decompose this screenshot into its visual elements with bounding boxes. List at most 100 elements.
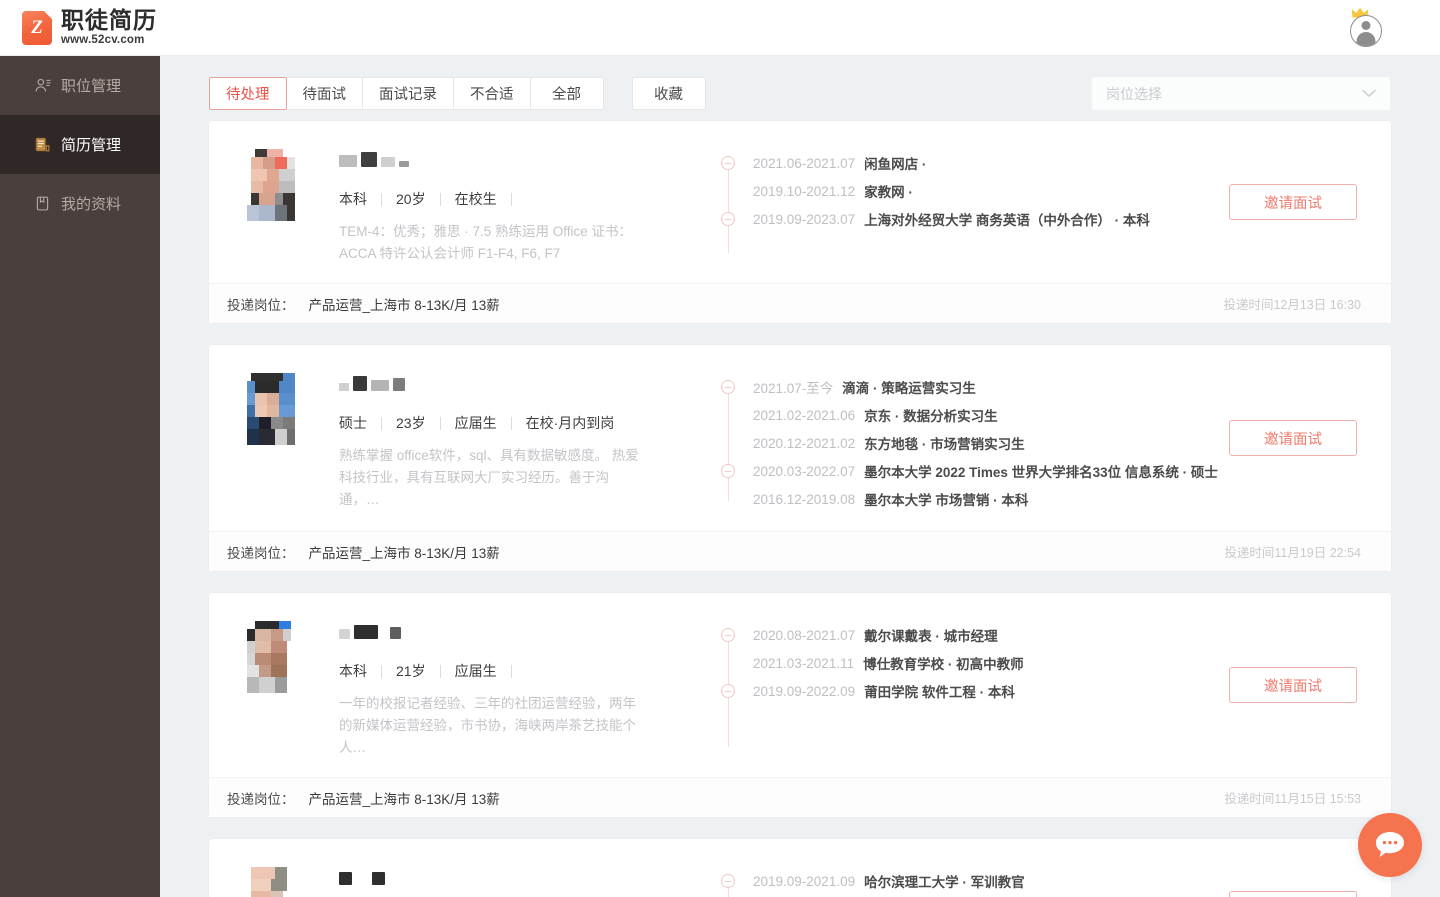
- resume-card-footer: 投递岗位： 产品运营_上海市 8-13K/月 13薪 投递时间11月15日 15…: [209, 777, 1391, 817]
- timeline-text: 墨尔本大学 市场营销 · 本科: [864, 493, 1029, 508]
- candidate-info: 硕士 23岁 应届生 在校·月内到岗 熟练掌握 office软件，sql、具有数…: [339, 371, 659, 513]
- job-select-dropdown[interactable]: 岗位选择: [1091, 76, 1391, 111]
- top-header-bar: Z 职徒简历 www.52cv.com: [0, 0, 1440, 56]
- timeline-row: 2020.03-2022.07 墨尔本大学 2022 Times 世界大学排名3…: [721, 457, 1361, 485]
- timeline-text: 上海对外经贸大学 商务英语（中外合作） · 本科: [864, 213, 1150, 228]
- applied-position-label: 投递岗位：: [227, 791, 295, 807]
- tab-label: 面试记录: [379, 87, 437, 103]
- candidate-info: 本科 21岁 应届生 学习能力强、能吃苦，有耐心，热爱跑步: [339, 865, 659, 897]
- job-select-placeholder: 岗位选择: [1106, 85, 1162, 102]
- avatar[interactable]: [1350, 7, 1388, 47]
- resume-card-body: 本科 21岁 应届生 一年的校报记者经验、三年的社团运营经验，两年的新媒体运营经…: [209, 593, 1391, 777]
- sidebar-item-job-management[interactable]: 职位管理: [0, 56, 160, 115]
- tab-to-interview[interactable]: 待面试: [285, 77, 363, 110]
- resume-card-body: 硕士 23岁 应届生 在校·月内到岗 熟练掌握 office软件，sql、具有数…: [209, 345, 1391, 531]
- timeline-text: 戴尔课戴表 · 城市经理: [864, 629, 998, 644]
- timeline-dot-icon: [721, 380, 735, 394]
- chat-bubble-icon: [1376, 832, 1404, 857]
- meta-value: 应届生: [454, 415, 497, 431]
- user-avatar-icon: [1350, 14, 1382, 47]
- candidate-photo: [243, 621, 299, 693]
- tab-pending[interactable]: 待处理: [209, 77, 287, 110]
- timeline-text: 博仕教育学校 · 初高中教师: [863, 657, 1024, 672]
- timeline-line: [728, 381, 729, 501]
- meta-value: 在校生: [454, 191, 497, 207]
- timeline-date: 2021.07-至今: [753, 381, 834, 396]
- applied-time: 投递时间11月15日 15:53: [1224, 792, 1361, 806]
- tab-label: 收藏: [654, 87, 683, 103]
- timeline-date: 2019.10-2021.12: [753, 183, 856, 199]
- brand-text: 职徒简历 www.52cv.com: [61, 6, 157, 47]
- invite-interview-button[interactable]: 邀请面试: [1229, 891, 1357, 897]
- timeline-row: 2016.12-2019.08 墨尔本大学 市场营销 · 本科: [753, 485, 1361, 513]
- main-content: 待处理 待面试 面试记录 不合适 全部 收藏 岗位选择 本科 20岁 在校生 T…: [160, 56, 1440, 897]
- chat-support-button[interactable]: [1358, 813, 1422, 877]
- logo-letter: Z: [31, 16, 43, 38]
- timeline-dot-icon: [721, 874, 735, 888]
- candidate-description: 熟练掌握 office软件，sql、具有数据敏感度。 热爱科技行业，具有互联网大…: [339, 448, 639, 507]
- resume-card-footer: 投递岗位： 产品运营_上海市 8-13K/月 13薪 投递时间11月19日 22…: [209, 531, 1391, 571]
- timeline-text: 哈尔滨理工大学 · 军训教官: [864, 875, 1025, 890]
- sidebar-item-label: 职位管理: [61, 78, 122, 95]
- timeline-date: 2016.12-2019.08: [753, 491, 856, 507]
- chevron-down-icon: [1362, 89, 1376, 97]
- timeline-text: 墨尔本大学 2022 Times 世界大学排名33位 信息系统 · 硕士: [864, 465, 1218, 480]
- candidate-name-masked: [339, 147, 659, 167]
- meta-value: 硕士: [339, 415, 367, 431]
- resume-card[interactable]: 硕士 23岁 应届生 在校·月内到岗 熟练掌握 office软件，sql、具有数…: [209, 345, 1391, 571]
- candidate-description: 一年的校报记者经验、三年的社团运营经验，两年的新媒体运营经验，市书协，海峡两岸茶…: [339, 696, 636, 755]
- invite-interview-button[interactable]: 邀请面试: [1229, 667, 1357, 703]
- timeline-text: 滴滴 · 策略运营实习生: [842, 381, 976, 396]
- resume-card[interactable]: 本科 20岁 在校生 TEM-4：优秀；雅思 · 7.5 熟练运用 Office…: [209, 121, 1391, 323]
- brand-title: 职徒简历: [61, 6, 157, 33]
- tab-unsuitable[interactable]: 不合适: [453, 77, 531, 110]
- timeline-date: 2019.09-2022.09: [753, 683, 856, 699]
- meta-value: 20岁: [396, 191, 426, 207]
- timeline-text: 东方地毯 · 市场营销实习生: [864, 437, 1025, 452]
- filter-tabs: 待处理 待面试 面试记录 不合适 全部 收藏: [209, 77, 706, 110]
- resume-logo-icon: Z: [22, 10, 52, 45]
- timeline-text: 家教网 ·: [864, 185, 913, 200]
- candidate-name-masked: [339, 619, 659, 639]
- resume-card[interactable]: 本科 21岁 应届生 一年的校报记者经验、三年的社团运营经验，两年的新媒体运营经…: [209, 593, 1391, 817]
- sidebar-item-my-profile[interactable]: 我的资料: [0, 174, 160, 233]
- meta-value: 本科: [339, 663, 367, 679]
- resume-card-footer: 投递岗位： 产品运营_上海市 8-13K/月 13薪 投递时间12月13日 16…: [209, 283, 1391, 323]
- tab-label: 全部: [552, 87, 581, 103]
- timeline-dot-icon: [721, 156, 735, 170]
- candidate-photo: [243, 149, 299, 221]
- tab-all[interactable]: 全部: [529, 77, 604, 110]
- timeline-date: 2019.09-2023.07: [753, 211, 856, 227]
- meta-value: 23岁: [396, 415, 426, 431]
- timeline-row: 2021.06-2021.07 闲鱼网店 ·: [721, 149, 1361, 177]
- timeline-text: 京东 · 数据分析实习生: [864, 409, 998, 424]
- candidate-meta: 本科 20岁 在校生: [339, 189, 659, 209]
- applied-time: 投递时间12月13日 16:30: [1223, 298, 1361, 312]
- brand-logo[interactable]: Z 职徒简历 www.52cv.com: [22, 6, 157, 47]
- job-management-icon: [35, 78, 51, 92]
- timeline-dot-icon: [721, 212, 735, 226]
- tab-favorites[interactable]: 收藏: [631, 77, 706, 110]
- brand-url: www.52cv.com: [61, 33, 145, 46]
- timeline-date: 2020.08-2021.07: [753, 627, 856, 643]
- timeline-text: 莆田学院 软件工程 · 本科: [864, 685, 1015, 700]
- header-right: [1350, 7, 1388, 47]
- candidate-photo: [243, 373, 299, 445]
- resume-card-body: 本科 21岁 应届生 学习能力强、能吃苦，有耐心，热爱跑步 2019.09-20…: [209, 839, 1391, 897]
- timeline-line: [728, 157, 729, 253]
- tab-label: 待处理: [226, 87, 270, 103]
- candidate-description: TEM-4：优秀；雅思 · 7.5 熟练运用 Office 证书：ACCA 特许…: [339, 224, 633, 261]
- timeline-dot-icon: [721, 464, 735, 478]
- meta-value: 本科: [339, 191, 367, 207]
- invite-interview-button[interactable]: 邀请面试: [1229, 420, 1357, 456]
- applied-time: 投递时间11月19日 22:54: [1224, 546, 1361, 560]
- sidebar-item-resume-management[interactable]: 简历管理: [0, 115, 160, 174]
- meta-value: 应届生: [454, 663, 497, 679]
- applied-position-value: 产品运营_上海市 8-13K/月 13薪: [308, 791, 500, 807]
- timeline-row: 2021.07-至今 滴滴 · 策略运营实习生: [721, 373, 1361, 401]
- resume-card[interactable]: 本科 21岁 应届生 学习能力强、能吃苦，有耐心，热爱跑步 2019.09-20…: [209, 839, 1391, 897]
- invite-interview-button[interactable]: 邀请面试: [1229, 184, 1357, 220]
- my-profile-icon: [36, 196, 49, 211]
- sidebar-item-label: 简历管理: [61, 137, 122, 154]
- tab-interview-records[interactable]: 面试记录: [362, 77, 454, 110]
